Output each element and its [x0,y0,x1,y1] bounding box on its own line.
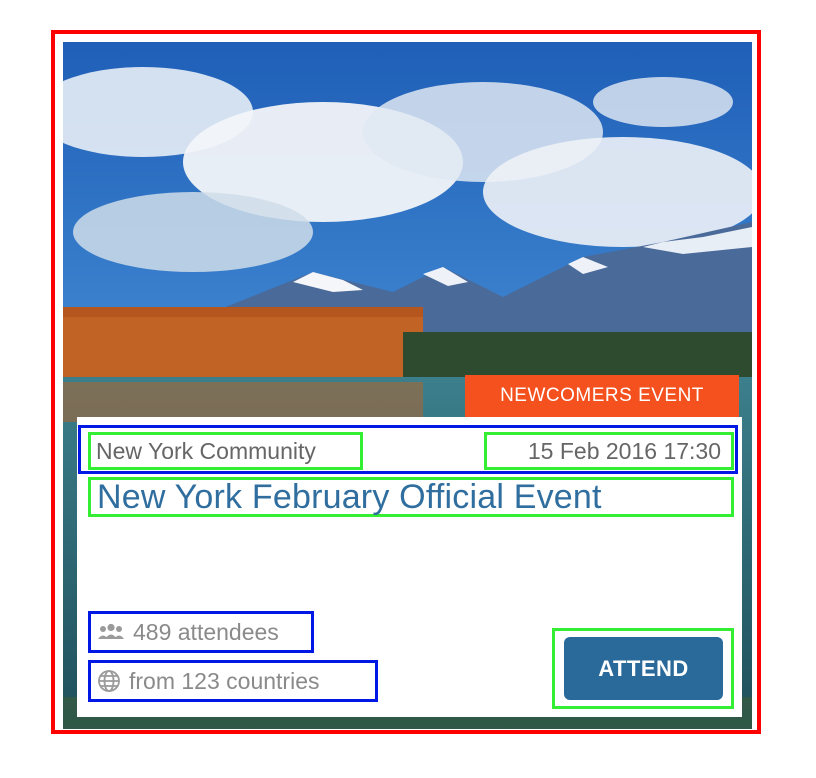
attendees-text: 489 attendees [133,618,279,645]
event-datetime: 15 Feb 2016 17:30 [484,432,734,470]
attendees-count: 489 attendees [88,611,314,653]
community-label: New York Community [88,432,363,470]
countries-count: from 123 countries [88,660,378,702]
attend-button[interactable]: ATTEND [564,637,723,700]
event-type-badge: NEWCOMERS EVENT [465,375,739,417]
event-title[interactable]: New York February Official Event [88,477,734,517]
countries-text: from 123 countries [129,667,320,694]
globe-icon [98,670,120,692]
group-icon [98,623,124,639]
